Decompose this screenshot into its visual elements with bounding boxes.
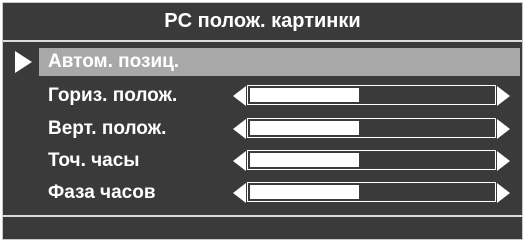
slider-track[interactable] xyxy=(247,85,496,105)
arrow-left-icon[interactable] xyxy=(233,183,246,203)
selection-pointer-icon xyxy=(15,51,32,73)
title-divider xyxy=(3,40,522,42)
arrow-left-icon[interactable] xyxy=(233,86,246,106)
arrow-left-icon[interactable] xyxy=(233,119,246,139)
menu-item-label: Верт. полож. xyxy=(48,118,167,139)
menu-item-auto-position[interactable]: Автом. позиц. xyxy=(39,48,520,76)
slider-fill xyxy=(250,121,359,135)
vertical-position-slider[interactable] xyxy=(233,117,510,141)
menu-title: PC полож. картинки xyxy=(164,9,361,32)
arrow-right-icon[interactable] xyxy=(497,151,510,171)
slider-fill xyxy=(250,88,359,102)
menu-item-label: Точ. часы xyxy=(48,150,140,171)
menu-item-label: Гориз. полож. xyxy=(48,85,178,106)
arrow-right-icon[interactable] xyxy=(497,119,510,139)
menu-item-label: Автом. позиц. xyxy=(48,51,180,72)
clock-slider[interactable] xyxy=(233,149,510,173)
bottom-divider xyxy=(3,215,522,217)
slider-track[interactable] xyxy=(247,150,496,170)
clock-phase-slider[interactable] xyxy=(233,181,510,205)
slider-fill xyxy=(250,185,359,199)
horizontal-position-slider[interactable] xyxy=(233,84,510,108)
pc-picture-position-menu: PC полож. картинки Автом. позиц. Гориз. … xyxy=(2,2,523,240)
slider-track[interactable] xyxy=(247,118,496,138)
menu-item-label: Фаза часов xyxy=(48,182,156,203)
arrow-left-icon[interactable] xyxy=(233,151,246,171)
slider-track[interactable] xyxy=(247,182,496,202)
arrow-right-icon[interactable] xyxy=(497,183,510,203)
arrow-right-icon[interactable] xyxy=(497,86,510,106)
slider-fill xyxy=(250,153,359,167)
